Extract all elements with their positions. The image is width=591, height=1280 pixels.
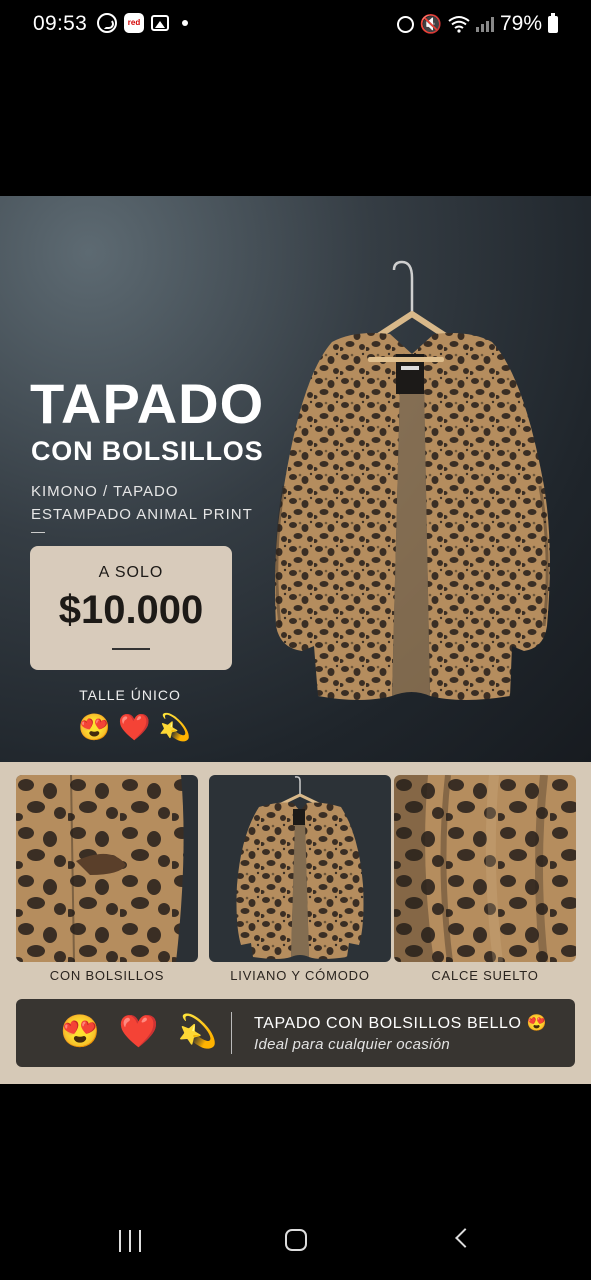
heart-eyes-emoji: 😍 <box>60 1013 100 1049</box>
heart-eyes-emoji: 😍 <box>78 712 111 742</box>
clock: 09:53 <box>33 12 88 35</box>
feature-caption: CON BOLSILLOS <box>49 968 165 983</box>
alarm-icon <box>396 15 414 33</box>
divider <box>112 648 150 650</box>
back-icon[interactable] <box>455 1228 475 1248</box>
product-desc-line2: ESTAMPADO ANIMAL PRINT <box>31 506 253 523</box>
divider <box>31 532 45 533</box>
feature-panel: CON BOLSILLOS LIVIANO Y CÓMODO CALCE SUE… <box>0 762 591 1084</box>
system-nav-bar <box>0 1200 591 1280</box>
fabric-drape-photo <box>394 775 576 962</box>
price-box: A SOLO $10.000 <box>30 546 232 670</box>
gallery-icon <box>151 15 169 31</box>
recent-apps-icon[interactable] <box>119 1230 141 1252</box>
wifi-icon <box>448 16 470 33</box>
dizzy-emoji: 💫 <box>158 712 192 742</box>
banner-headline: TAPADO CON BOLSILLOS BELLO 😍 <box>254 1015 548 1032</box>
feature-thumb <box>16 775 198 962</box>
hero-emojis: 😍 ❤️ 💫 <box>78 712 191 743</box>
product-desc-line1: KIMONO / TAPADO <box>31 483 179 500</box>
signal-icon <box>475 16 494 32</box>
home-icon[interactable] <box>285 1229 307 1251</box>
divider <box>231 1012 232 1054</box>
product-title: TAPADO <box>30 372 265 435</box>
feature-thumb <box>394 775 576 962</box>
red-heart-emoji: ❤️ <box>118 1013 159 1049</box>
red-app-icon: red <box>124 13 144 33</box>
kimono-on-hanger-photo <box>209 775 391 962</box>
battery-icon <box>548 12 558 33</box>
size-label: TALLE ÚNICO <box>79 687 181 703</box>
promo-banner: 😍 ❤️ 💫 TAPADO CON BOLSILLOS BELLO 😍 Idea… <box>16 999 575 1067</box>
pocket-closeup-photo <box>16 775 198 962</box>
kimono-on-hanger-photo <box>275 260 550 700</box>
feature-thumb <box>209 775 391 962</box>
whatsapp-icon <box>97 13 117 33</box>
dizzy-emoji: 💫 <box>177 1013 218 1049</box>
status-bar: 09:53 red 🔇 79% <box>0 0 591 50</box>
battery-percent: 79% <box>499 12 542 35</box>
notification-dot-icon <box>182 20 188 26</box>
product-hero: TAPADO CON BOLSILLOS KIMONO / TAPADO EST… <box>0 196 591 762</box>
price-label: A SOLO <box>98 564 164 581</box>
feature-caption: LIVIANO Y CÓMODO <box>230 968 370 983</box>
banner-tagline: Ideal para cualquier ocasión <box>254 1036 451 1053</box>
feature-caption: CALCE SUELTO <box>431 968 539 983</box>
price-value: $10.000 <box>58 588 204 632</box>
product-subtitle: CON BOLSILLOS <box>31 436 264 466</box>
mute-icon: 🔇 <box>419 14 442 34</box>
banner-emojis: 😍 ❤️ 💫 <box>60 1012 218 1050</box>
red-heart-emoji: ❤️ <box>118 712 151 742</box>
